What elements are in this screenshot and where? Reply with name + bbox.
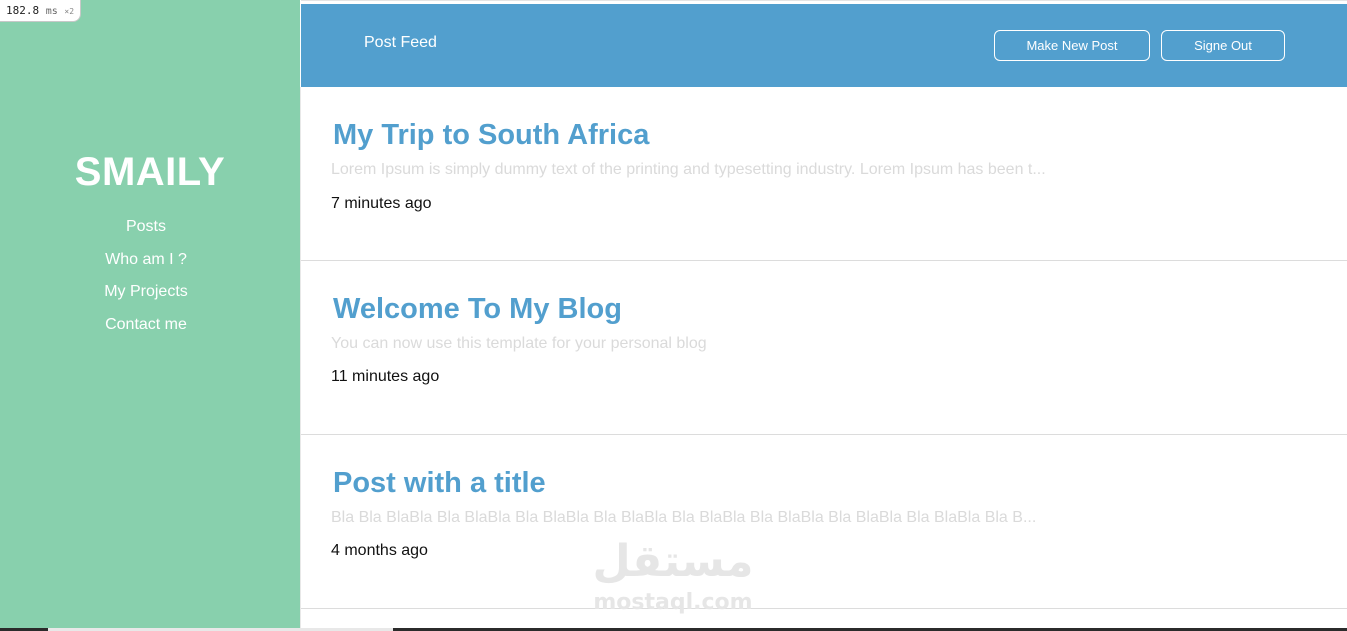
brand-logo[interactable]: SMAILY: [0, 150, 300, 195]
page-title: Post Feed: [364, 34, 437, 51]
post-title[interactable]: My Trip to South Africa: [333, 119, 649, 152]
post-card[interactable]: Welcome To My Blog You can now use this …: [301, 261, 1347, 435]
header-bar: Post Feed Make New Post Signe Out: [301, 4, 1347, 87]
post-excerpt: You can now use this template for your p…: [331, 335, 707, 352]
post-card[interactable]: My Trip to South Africa Lorem Ipsum is s…: [301, 87, 1347, 261]
sign-out-button[interactable]: Signe Out: [1161, 30, 1285, 61]
sidebar-item-posts[interactable]: Posts: [0, 216, 292, 249]
post-time: 11 minutes ago: [331, 368, 440, 385]
perf-overlay: 182.8 ms ×2: [0, 0, 82, 22]
sidebar: SMAILY Posts Who am I ? My Projects Cont…: [0, 0, 300, 628]
post-excerpt: Lorem Ipsum is simply dummy text of the …: [331, 161, 1046, 178]
sidebar-item-who-am-i[interactable]: Who am I ?: [0, 249, 292, 282]
sidebar-nav: Posts Who am I ? My Projects Contact me: [0, 216, 292, 347]
post-title[interactable]: Welcome To My Blog: [333, 293, 622, 326]
post-title[interactable]: Post with a title: [333, 467, 546, 500]
perf-value: 182.8: [6, 4, 40, 17]
make-new-post-button[interactable]: Make New Post: [994, 30, 1150, 61]
post-card[interactable]: Post with a title Bla Bla BlaBla Bla Bla…: [301, 435, 1347, 609]
perf-multiplier: ×2: [64, 7, 75, 16]
post-time: 4 months ago: [331, 542, 428, 559]
post-excerpt: Bla Bla BlaBla Bla BlaBla Bla BlaBla Bla…: [331, 509, 1037, 526]
post-time: 7 minutes ago: [331, 195, 432, 212]
perf-unit: ms: [45, 6, 58, 17]
sidebar-item-contact-me[interactable]: Contact me: [0, 314, 292, 347]
sidebar-item-my-projects[interactable]: My Projects: [0, 281, 292, 314]
